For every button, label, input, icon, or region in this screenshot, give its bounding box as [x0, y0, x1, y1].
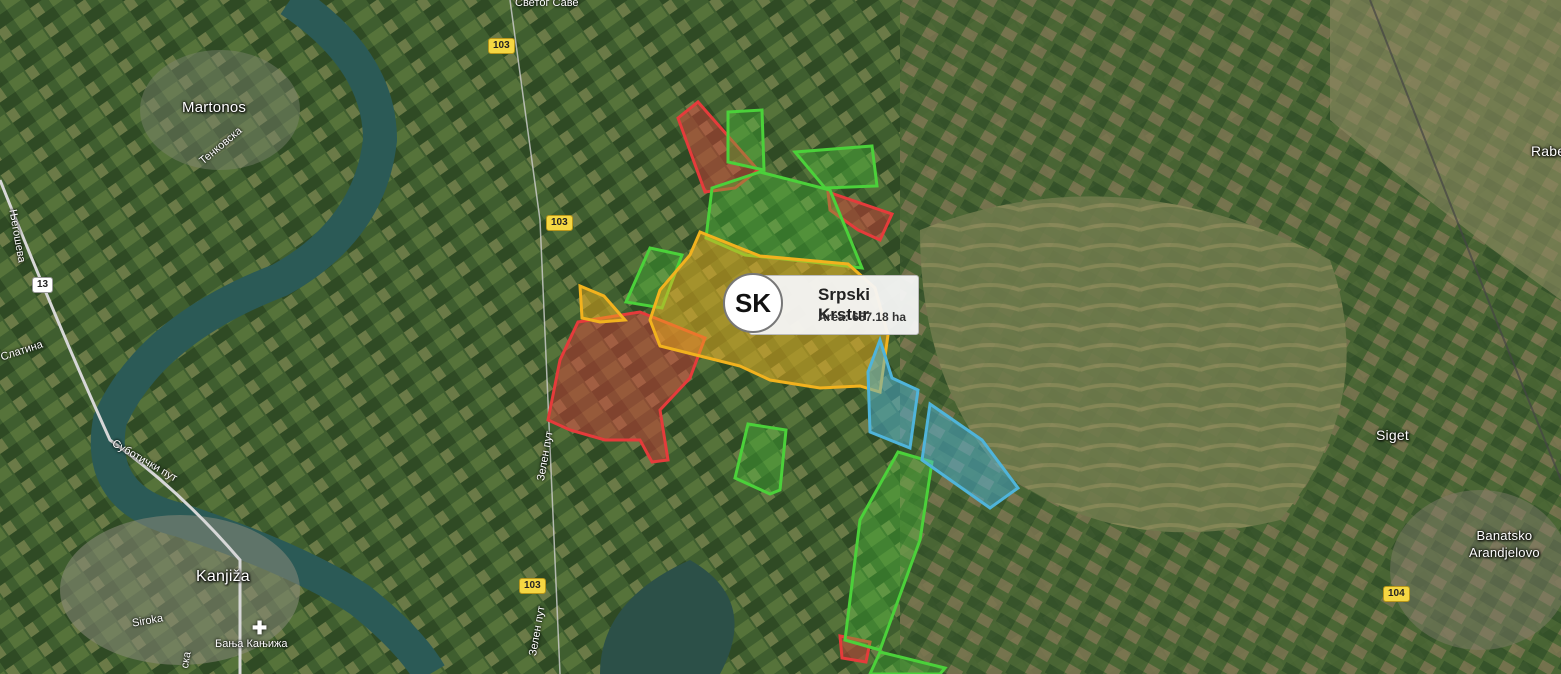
road-shield-13: 13 [32, 277, 54, 293]
street-label-banja-kanjiza: Бања Кањижа [215, 638, 288, 650]
street-label-svetog-save: Светог Саве [515, 0, 579, 9]
place-label-kanjiza: Kanjiža [196, 568, 250, 585]
parcel-green-1[interactable] [726, 108, 766, 172]
place-label-banatsko-arandjelovo: Banatsko Arandjelovo [1469, 528, 1540, 560]
place-label-siget: Siget [1376, 427, 1409, 443]
spa-marker-icon[interactable]: ✚ [252, 618, 267, 639]
place-label-rabe: Rabe [1531, 143, 1561, 159]
road-shield-103: 103 [488, 38, 515, 54]
road-shield-103: 103 [519, 578, 546, 594]
road-shield-103: 103 [546, 215, 573, 231]
popup-area: Area: 657.18 ha [818, 310, 907, 324]
initials-badge: SK [723, 273, 783, 333]
road-shield-104: 104 [1383, 586, 1410, 602]
place-label-martonos: Martonos [182, 99, 247, 116]
